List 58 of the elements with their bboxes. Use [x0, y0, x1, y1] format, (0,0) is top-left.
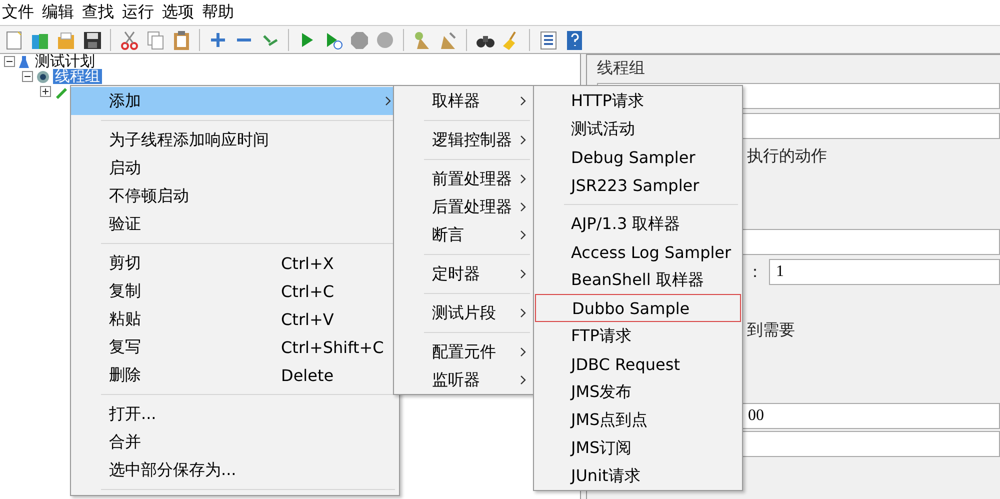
menu-title[interactable]: 查找 [82, 2, 114, 23]
duration-field[interactable]: 00 [741, 403, 1000, 429]
text-field[interactable] [741, 431, 1000, 457]
menu-title[interactable]: 选项 [162, 2, 194, 23]
list-icon [538, 30, 558, 50]
menu-item[interactable]: 测试片段 [394, 299, 534, 327]
flask-icon [18, 54, 30, 68]
menu-item[interactable]: Access Log Sampler [534, 238, 742, 266]
menu-item[interactable]: JUnit请求 [534, 462, 742, 490]
menu-title[interactable]: 运行 [122, 2, 154, 23]
help-icon [564, 30, 584, 50]
count-field[interactable]: 1 [769, 259, 1000, 285]
expand-toggle-icon[interactable] [4, 56, 15, 67]
menu-item[interactable]: 测试活动 [534, 115, 742, 143]
menu-item[interactable]: BeanShell 取样器 [534, 266, 742, 294]
menu-item[interactable]: Debug Sampler [534, 143, 742, 171]
scissors-icon [119, 30, 139, 50]
section-label: 执行的动作 [747, 146, 827, 166]
scissors-button[interactable] [118, 28, 140, 50]
menu-item[interactable]: HTTP请求 [534, 87, 742, 115]
menu-title[interactable]: 编辑 [42, 2, 74, 23]
field-label: ： [747, 262, 763, 282]
menu-title[interactable]: 帮助 [202, 2, 234, 23]
menu-item[interactable]: FTP请求 [534, 322, 742, 350]
checkbox-label: 到需要 [747, 320, 795, 340]
tree-item[interactable]: 测试计划 [33, 54, 97, 69]
copy-icon [145, 30, 165, 50]
clipboard-icon [171, 30, 191, 50]
menu-item[interactable]: Dubbo Sample [535, 294, 741, 322]
broom-all-icon [438, 30, 458, 50]
folder-icon [56, 30, 76, 50]
expand-toggle-icon[interactable] [22, 71, 33, 82]
new-file-icon [4, 30, 24, 50]
menu-item[interactable]: JMS订阅 [534, 434, 742, 462]
menu-item[interactable]: 打开... [71, 400, 399, 428]
menu-item[interactable]: 配置元件 [394, 338, 534, 366]
menu-item[interactable]: 监听器 [394, 366, 534, 394]
broom-gear-icon [412, 30, 432, 50]
menu-item[interactable]: 选中部分保存为... [71, 456, 399, 484]
menu-item[interactable]: 后置处理器 [394, 193, 534, 221]
menu-item[interactable]: 定时器 [394, 260, 534, 288]
menu-title[interactable]: 文件 [2, 2, 34, 23]
minus-icon [234, 38, 254, 42]
menu-item[interactable]: JDBC Request [534, 350, 742, 378]
panel-title: 线程组 [597, 59, 646, 79]
menu-item[interactable]: JSR223 Sampler [534, 171, 742, 199]
shutdown-icon [375, 30, 395, 50]
menu-item[interactable]: AJP/1.3 取样器 [534, 210, 742, 238]
menu-item[interactable]: JMS发布 [534, 378, 742, 406]
menu-item[interactable]: JMS点到点 [534, 406, 742, 434]
menu-item[interactable]: 断言 [394, 221, 534, 249]
menu-item[interactable]: 逻辑控制器 [394, 126, 534, 154]
menu-item[interactable]: 合并 [71, 428, 399, 456]
gear-icon [36, 70, 50, 84]
menu-item[interactable]: 前置处理器 [394, 165, 534, 193]
expand-toggle-icon[interactable] [40, 86, 51, 97]
stop-icon [349, 30, 369, 50]
tree-item[interactable]: 线程组 [53, 69, 102, 84]
